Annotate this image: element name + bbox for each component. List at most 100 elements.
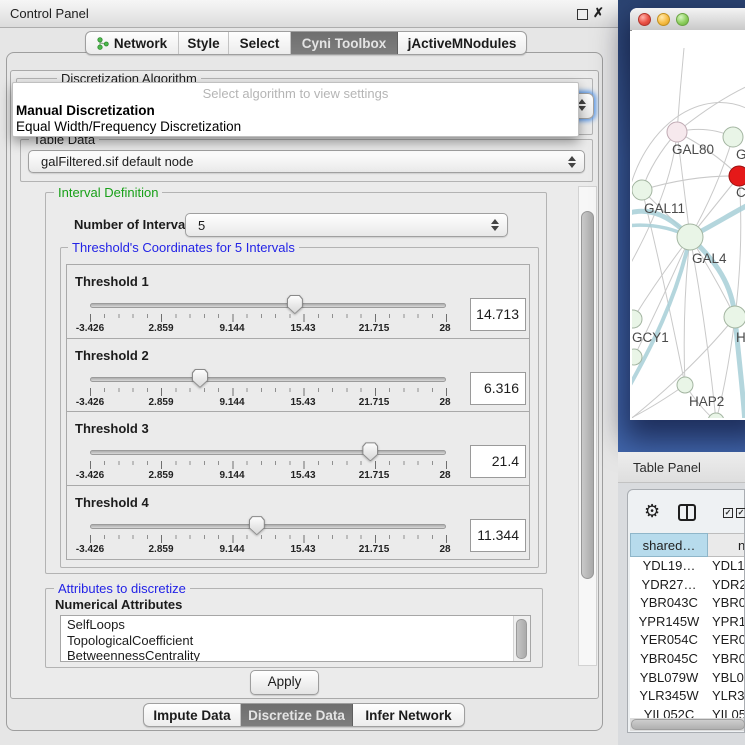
tab-network[interactable]: Network <box>86 32 179 54</box>
cell-shared-name: YBL079W <box>630 669 708 688</box>
node-label: C <box>736 185 745 200</box>
threshold-title: Threshold 3 <box>75 421 149 436</box>
node-label: H <box>736 330 745 345</box>
network-icon <box>97 37 109 50</box>
tab-label: Impute Data <box>153 708 230 723</box>
popup-option-equal-width-frequency[interactable]: Equal Width/Frequency Discretization <box>16 119 241 134</box>
float-window-icon[interactable] <box>577 9 588 20</box>
cell-shared-name: YIL052C <box>630 706 708 718</box>
cell-shared-name: YDL19… <box>630 557 708 576</box>
threshold-slider-track[interactable] <box>90 524 446 529</box>
network-node-c[interactable] <box>729 166 745 186</box>
attributes-scrollbar-thumb[interactable] <box>516 619 527 659</box>
interval-definition-label: Interval Definition <box>54 185 162 200</box>
node-table[interactable]: shared… name YDL19…YDL19…YDR27…YDR27…YBR… <box>630 533 744 718</box>
node-label: GAL4 <box>692 251 727 266</box>
main-scrollbar-thumb[interactable] <box>581 211 594 579</box>
tab-style[interactable]: Style <box>179 32 229 54</box>
columns-icon[interactable] <box>678 504 696 521</box>
number-of-intervals-combobox[interactable]: 5 <box>185 213 508 237</box>
table-row-ydr27[interactable]: YDR27…YDR27… <box>630 576 744 595</box>
threshold-slider-track[interactable] <box>90 377 446 382</box>
network-node[interactable] <box>708 413 724 418</box>
network-node-h[interactable] <box>724 306 745 328</box>
node-label: GCY1 <box>632 330 669 345</box>
network-node-gal11[interactable] <box>632 180 652 200</box>
column-header-shared-name[interactable]: shared… <box>630 533 708 557</box>
table-panel-region: Table Panel ⚙ ✓ ✓ shared… name YDL19…YDL… <box>618 452 745 745</box>
column-header-name[interactable]: name <box>708 533 744 557</box>
close-icon[interactable]: ✗ <box>593 5 604 21</box>
table-hscrollbar-thumb[interactable] <box>631 719 745 730</box>
network-node-gcy1[interactable] <box>632 310 642 328</box>
cell-name: YBR045C <box>708 650 744 669</box>
tab-select[interactable]: Select <box>229 32 291 54</box>
node-label: GAL80 <box>672 142 714 157</box>
threshold-slider-thumb[interactable] <box>287 295 303 314</box>
slider-ticks-major <box>90 535 447 543</box>
tab-label: Infer Network <box>365 708 451 723</box>
numerical-attributes-list[interactable]: SelfLoopsTopologicalCoefficientBetweenne… <box>60 615 531 662</box>
zoom-traffic-light[interactable] <box>676 13 689 26</box>
tick-label: 15.43 <box>290 470 315 481</box>
attribute-item-betweennesscentrality[interactable]: BetweennessCentrality <box>61 649 514 662</box>
combobox-arrows-icon <box>491 219 499 231</box>
cell-shared-name: YDR27… <box>630 576 708 595</box>
table-header-row: shared… name <box>630 533 744 557</box>
attributes-scrollbar[interactable] <box>513 616 530 661</box>
table-row-ydl19[interactable]: YDL19…YDL19… <box>630 557 744 576</box>
cell-shared-name: YER054C <box>630 631 708 650</box>
attribute-item-topologicalcoefficient[interactable]: TopologicalCoefficient <box>61 634 514 650</box>
tab-cyni-toolbox[interactable]: Cyni Toolbox <box>291 32 398 54</box>
tab-label: Style <box>187 36 219 51</box>
network-node-gal4[interactable] <box>677 224 703 250</box>
table-horizontal-scrollbar[interactable] <box>630 718 744 731</box>
threshold-value-field[interactable]: 11.344 <box>470 519 526 552</box>
network-node-ga[interactable] <box>723 127 743 147</box>
threshold-panel-3: Threshold 3-3.4262.8599.14415.4321.71528… <box>66 411 530 486</box>
tick-label: 2.859 <box>148 397 173 408</box>
threshold-slider-thumb[interactable] <box>362 442 378 461</box>
table-row-ypr145w[interactable]: YPR145WYPR145W <box>630 613 744 632</box>
close-traffic-light[interactable] <box>638 13 651 26</box>
table-row-yer054c[interactable]: YER054CYER054C <box>630 631 744 650</box>
network-window-titlebar[interactable] <box>630 8 745 31</box>
tick-label: 15.43 <box>290 544 315 555</box>
threshold-value-field[interactable]: 6.316 <box>470 372 526 405</box>
gear-icon[interactable]: ⚙ <box>644 502 660 520</box>
apply-button[interactable]: Apply <box>250 670 319 695</box>
tab-discretize-data[interactable]: Discretize Data <box>241 704 353 726</box>
threshold-slider-track[interactable] <box>90 303 446 308</box>
network-node-hap2[interactable] <box>677 377 693 393</box>
cyni-mode-tabs: Impute Data Discretize Data Infer Network <box>143 703 465 727</box>
cell-name: YPR145W <box>708 613 744 632</box>
tab-label: Discretize Data <box>248 708 345 723</box>
attribute-item-selfloops[interactable]: SelfLoops <box>61 618 514 634</box>
number-of-intervals-value: 5 <box>198 218 205 233</box>
table-data-combobox[interactable]: galFiltered.sif default node <box>28 150 585 173</box>
network-node-gal80[interactable] <box>667 122 687 142</box>
threshold-slider-thumb[interactable] <box>249 516 265 535</box>
table-row-ylr345w[interactable]: YLR345WYLR345W <box>630 687 744 706</box>
main-scrollbar[interactable] <box>578 186 597 666</box>
threshold-slider-track[interactable] <box>90 450 446 455</box>
tab-infer-network[interactable]: Infer Network <box>353 704 464 726</box>
network-window: GAL80GACGAL11GAL4HGCY1HAP2 <box>630 8 745 420</box>
table-row-yil052c[interactable]: YIL052CYIL052C <box>630 706 744 718</box>
tab-jactivemnodules[interactable]: jActiveMNodules <box>398 32 526 54</box>
threshold-value-field[interactable]: 21.4 <box>470 445 526 478</box>
threshold-value-field[interactable]: 14.713 <box>470 298 526 331</box>
minimize-traffic-light[interactable] <box>657 13 670 26</box>
popup-option-manual-discretization[interactable]: Manual Discretization <box>16 103 155 118</box>
network-canvas[interactable]: GAL80GACGAL11GAL4HGCY1HAP2 <box>632 30 745 418</box>
threshold-slider-thumb[interactable] <box>192 369 208 388</box>
cell-shared-name: YLR345W <box>630 687 708 706</box>
tab-impute-data[interactable]: Impute Data <box>144 704 241 726</box>
checkbox-icon[interactable]: ✓ <box>723 508 733 518</box>
table-row-ybr045c[interactable]: YBR045CYBR045C <box>630 650 744 669</box>
table-row-ybl079w[interactable]: YBL079WYBL079W <box>630 669 744 688</box>
table-row-ybr043c[interactable]: YBR043CYBR043C <box>630 594 744 613</box>
tick-label: -3.426 <box>76 323 104 334</box>
checkbox-icon[interactable]: ✓ <box>736 508 745 518</box>
cell-name: YLR345W <box>708 687 744 706</box>
